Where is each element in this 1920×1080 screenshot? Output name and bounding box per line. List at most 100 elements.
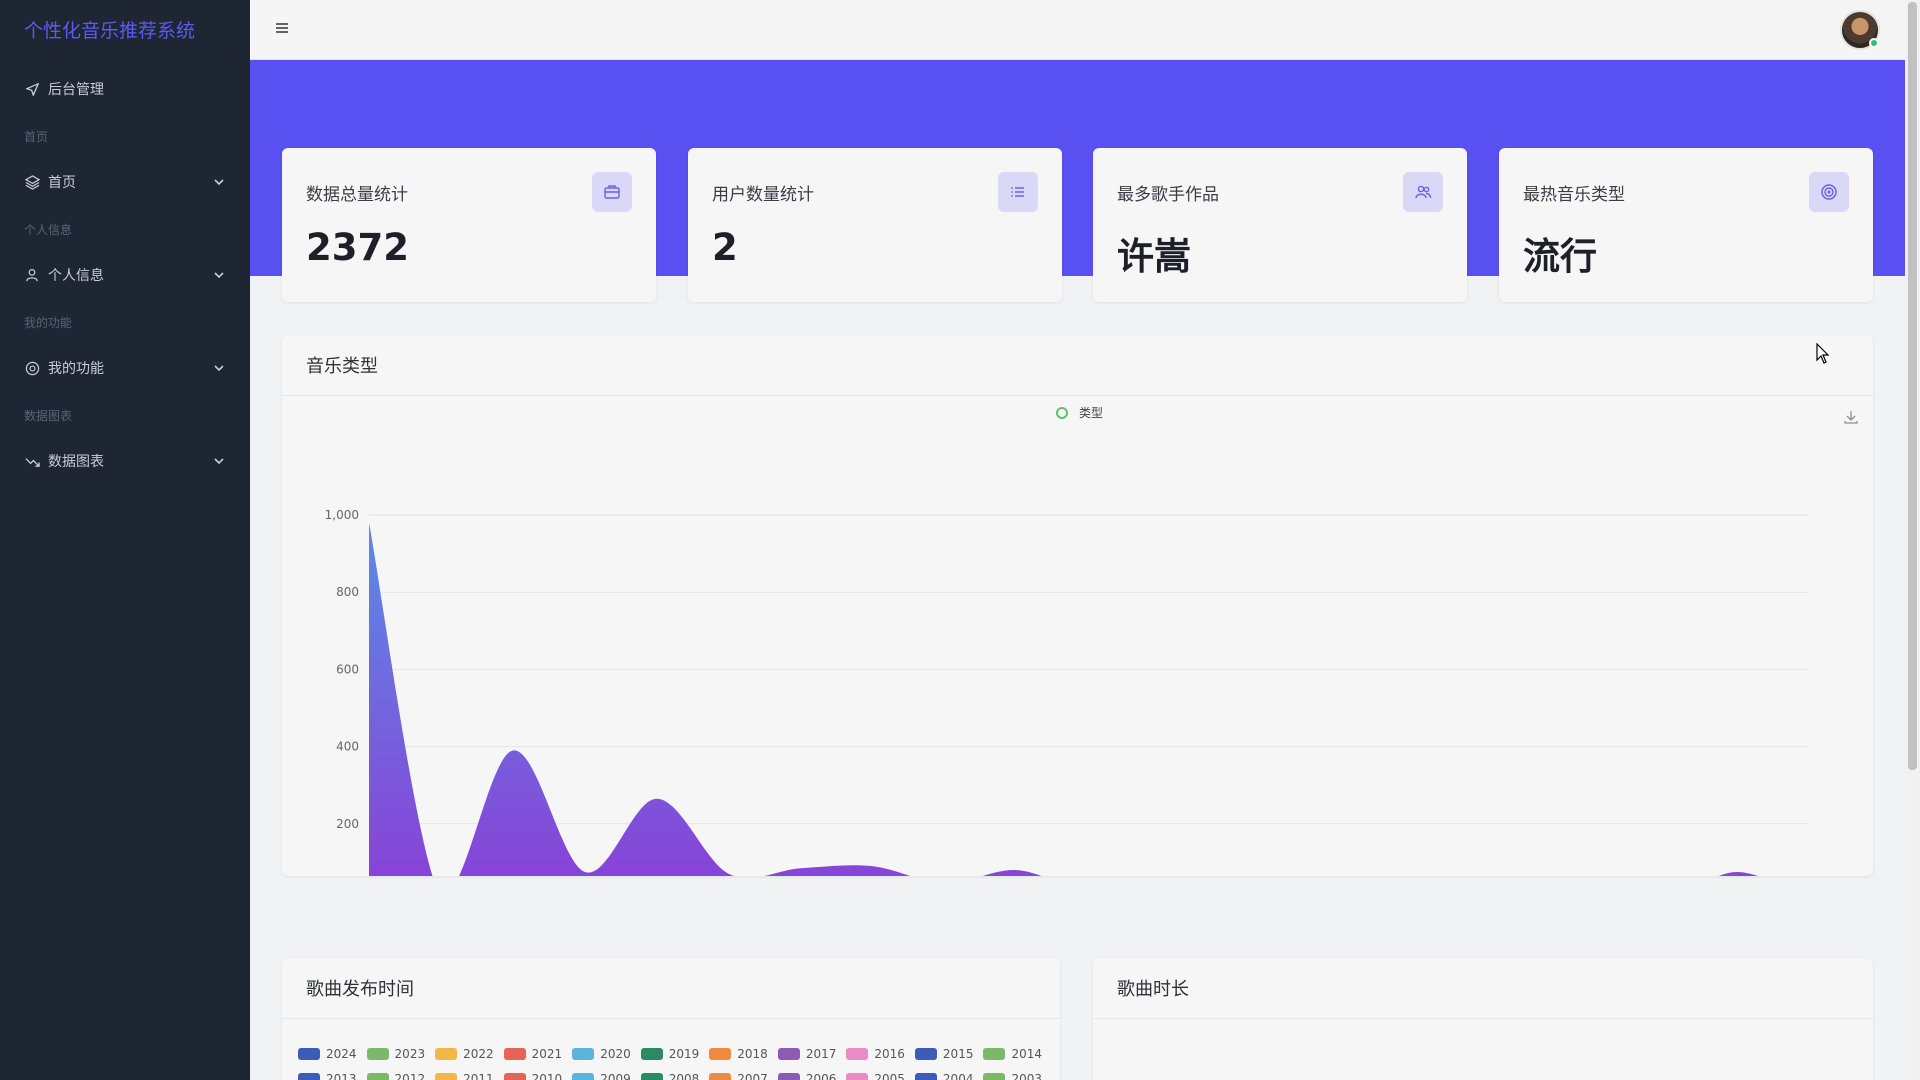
nav-heading-charts: 数据图表 [24,409,73,423]
legend-swatch [777,1073,800,1080]
legend-item-2014[interactable]: 2014 [983,1047,1042,1061]
legend-label: 2021 [531,1047,563,1061]
legend-label: 2018 [737,1047,768,1061]
legend-label: 2008 [668,1072,700,1080]
list-icon [998,172,1038,212]
y-tick-label: 600 [336,662,359,676]
legend-label: 2014 [1011,1047,1043,1061]
legend-label: 2023 [394,1047,426,1061]
sidebar-item-functions[interactable]: 我的功能 [24,356,226,380]
stat-card-users: 用户数量统计 2 [688,148,1062,302]
legend-item-2018[interactable]: 2018 [709,1047,768,1061]
chevron-down-icon [212,268,226,282]
legend-item-2024[interactable]: 2024 [298,1047,357,1061]
legend-swatch [914,1073,937,1080]
legend-swatch [640,1073,663,1080]
y-tick-label: 400 [336,740,359,754]
legend-item-2021[interactable]: 2021 [503,1047,563,1061]
stat-card-top-singer: 最多歌手作品 许嵩 [1093,148,1467,302]
legend-swatch [503,1073,526,1080]
sidebar-item-charts[interactable]: 数据图表 [24,449,226,473]
target-icon [1809,172,1849,212]
legend-label: 类型 [1079,406,1103,420]
legend-label: 2017 [805,1047,837,1061]
panel-title: 歌曲发布时间 [282,958,1060,1019]
legend-swatch [709,1073,732,1080]
legend-item-2020[interactable]: 2020 [572,1047,631,1061]
legend-item-2022[interactable]: 2022 [435,1047,494,1061]
genre-chart-panel: 音乐类型 02004006008001,000流行另类/独立节奏布鲁斯/灵魂乐电… [282,335,1873,876]
legend-item-2008[interactable]: 2008 [640,1072,700,1080]
legend-item-2012[interactable]: 2012 [366,1072,426,1080]
legend-swatch [640,1048,663,1060]
legend-swatch [572,1073,595,1080]
stat-title: 用户数量统计 [712,185,814,205]
legend-item-2010[interactable]: 2010 [503,1072,562,1080]
legend-label: 2007 [737,1072,768,1080]
legend-label: 2012 [394,1072,426,1080]
mouse-cursor-icon [1816,343,1830,364]
menu-icon[interactable] [274,20,292,38]
legend-swatch [983,1073,1006,1080]
legend-swatch [846,1048,869,1060]
series-area [369,522,1758,876]
sidebar-item-profile[interactable]: 个人信息 [24,263,226,287]
legend-item-2011[interactable]: 2011 [435,1072,494,1080]
stat-value: 流行 [1523,235,1597,278]
legend-swatch [777,1048,800,1060]
stat-title: 最热音乐类型 [1523,185,1625,205]
legend-item-2017[interactable]: 2017 [777,1047,837,1061]
y-tick-label: 200 [336,817,359,831]
legend-item-2003[interactable]: 2003 [983,1072,1042,1080]
legend-label: 2004 [942,1072,974,1080]
legend-label: 2022 [463,1047,494,1061]
briefcase-icon [592,172,632,212]
legend-swatch [435,1073,458,1080]
sidebar-item-label: 我的功能 [48,361,104,377]
legend-swatch [366,1048,389,1060]
stat-title: 数据总量统计 [306,185,408,205]
user-icon [24,267,40,283]
legend-item-2016[interactable]: 2016 [846,1047,905,1061]
legend-item-2023[interactable]: 2023 [366,1047,426,1061]
legend-swatch [846,1073,869,1080]
sidebar-item-admin[interactable]: 后台管理 [24,77,226,101]
y-tick-label: 1,000 [325,508,359,522]
sidebar-item-label: 后台管理 [48,82,104,98]
release-legend-row: 2013 2012 2011 2010 2009 2008 2007 2006 2005 2004… [298,1072,1052,1080]
users-icon [1403,172,1443,212]
chevron-down-icon [212,454,226,468]
legend-item-2009[interactable]: 2009 [572,1072,631,1080]
legend-item-2006[interactable]: 2006 [777,1072,837,1080]
chart-legend: 类型 [1056,406,1103,420]
stat-value: 许嵩 [1117,235,1191,278]
legend-item-2013[interactable]: 2013 [298,1072,357,1080]
legend-label: 2020 [600,1047,631,1061]
y-tick-label: 800 [336,585,359,599]
legend-swatch [298,1048,320,1060]
legend-item-2007[interactable]: 2007 [709,1072,768,1080]
legend-label: 2006 [805,1072,837,1080]
legend-swatch [298,1073,320,1080]
page-scrollbar[interactable] [1905,0,1920,1080]
release-year-panel: 歌曲发布时间 2024 2023 2022 2021 2020 2019 2018 2017 2… [282,958,1060,1080]
panel-title: 歌曲时长 [1093,958,1873,1019]
legend-label: 2011 [463,1072,494,1080]
stat-value: 2372 [306,226,409,269]
stat-title: 最多歌手作品 [1117,185,1219,205]
legend-item-2005[interactable]: 2005 [846,1072,905,1080]
trending-icon [24,453,40,469]
legend-item-2019[interactable]: 2019 [640,1047,699,1061]
legend-label: 2013 [326,1072,357,1080]
stat-value: 2 [712,226,738,269]
avatar[interactable] [1840,10,1880,50]
duration-panel: 歌曲时长 [1093,958,1873,1080]
scrollbar-thumb[interactable] [1908,2,1917,770]
legend-item-2015[interactable]: 2015 [914,1047,973,1061]
app-title[interactable]: 个性化音乐推荐系统 [24,16,195,43]
nav-heading-profile: 个人信息 [24,223,73,237]
legend-swatch [366,1073,389,1080]
legend-item-2004[interactable]: 2004 [914,1072,974,1080]
sidebar-item-label: 个人信息 [48,268,104,284]
sidebar-item-home[interactable]: 首页 [24,170,226,194]
